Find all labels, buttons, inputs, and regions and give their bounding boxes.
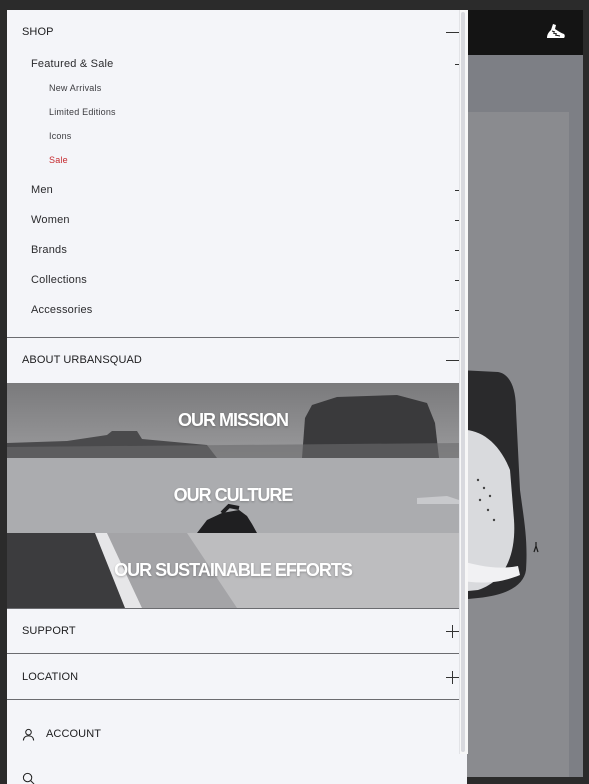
banner-our-mission[interactable]: OUR MISSION: [7, 383, 459, 458]
account-link[interactable]: ACCOUNT: [7, 724, 467, 744]
section-shop[interactable]: SHOP: [7, 22, 467, 42]
category-label: Accessories: [31, 304, 93, 316]
banner-title: OUR CULTURE: [173, 485, 294, 505]
section-about-label: ABOUT URBANSQUAD: [22, 354, 142, 366]
banner-title: OUR MISSION: [177, 410, 289, 430]
plus-icon[interactable]: [446, 670, 459, 684]
section-support-label: SUPPORT: [22, 625, 76, 637]
menu-item-label: Icons: [49, 131, 72, 141]
category-label: Men: [31, 184, 53, 196]
category-brands[interactable]: Brands: [7, 240, 467, 260]
category-women[interactable]: Women: [7, 210, 467, 230]
drawer-scroll-thumb[interactable]: [461, 12, 465, 752]
menu-item-label: Sale: [49, 155, 68, 165]
section-shop-label: SHOP: [22, 26, 54, 38]
account-label: ACCOUNT: [46, 728, 102, 740]
category-label: Collections: [31, 274, 88, 286]
user-icon: [22, 728, 35, 741]
section-support[interactable]: SUPPORT: [7, 621, 467, 641]
section-divider: [7, 653, 459, 654]
section-location[interactable]: LOCATION: [7, 667, 467, 687]
banner-title: OUR SUSTAINABLE EFFORTS: [114, 560, 353, 580]
hero-shoe-image: [458, 370, 539, 600]
minus-icon[interactable]: [446, 354, 459, 367]
section-about[interactable]: ABOUT URBANSQUAD: [7, 350, 467, 370]
category-accessories[interactable]: Accessories: [7, 300, 467, 320]
section-location-label: LOCATION: [22, 671, 79, 683]
minus-icon[interactable]: [446, 26, 459, 39]
section-divider: [7, 337, 459, 338]
category-label: Brands: [31, 244, 68, 256]
featured-sale-label: Featured & Sale: [31, 58, 114, 70]
plus-icon[interactable]: [446, 624, 459, 638]
category-label: Women: [31, 214, 70, 226]
category-men[interactable]: Men: [7, 180, 467, 200]
category-collections[interactable]: Collections: [7, 270, 467, 290]
banner-our-culture[interactable]: OUR CULTURE: [7, 458, 459, 533]
banner-our-sustainable-efforts[interactable]: OUR SUSTAINABLE EFFORTS: [7, 533, 459, 608]
menu-item-icons[interactable]: Icons: [7, 128, 467, 144]
menu-item-sale[interactable]: Sale: [7, 152, 467, 168]
menu-item-new-arrivals[interactable]: New Arrivals: [7, 80, 467, 96]
menu-item-label: New Arrivals: [49, 83, 102, 93]
nav-drawer: SHOP Featured & Sale New Arrivals Limite…: [7, 10, 467, 784]
menu-item-label: Limited Editions: [49, 107, 116, 117]
sneaker-logo-icon[interactable]: [543, 20, 567, 44]
menu-item-limited-editions[interactable]: Limited Editions: [7, 104, 467, 120]
search-icon[interactable]: [22, 772, 35, 784]
section-divider: [7, 699, 459, 700]
subsection-featured-sale[interactable]: Featured & Sale: [7, 54, 467, 74]
section-divider: [7, 608, 459, 609]
